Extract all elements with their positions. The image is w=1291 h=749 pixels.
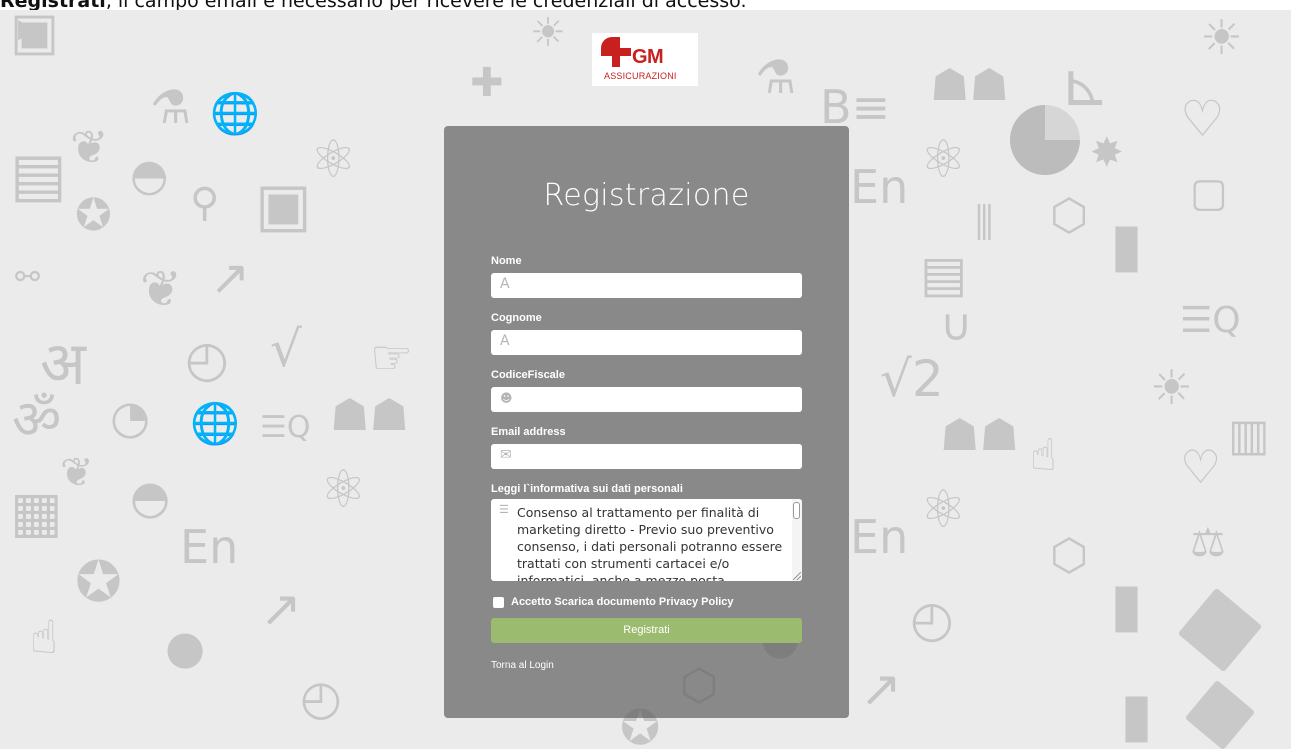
hand-pointer-icon: ☞: [370, 330, 414, 386]
user-icon: ☻: [500, 391, 513, 405]
protractor-icon: ◓: [130, 150, 169, 201]
chart-up-icon-2: ↗: [260, 580, 302, 638]
letter-a-icon: A: [500, 276, 510, 292]
codice-fiscale-label: CodiceFiscale: [491, 369, 565, 381]
envelope-icon: ✉: [500, 447, 512, 463]
codice-fiscale-input[interactable]: [519, 387, 798, 414]
doc-icon: ▤: [10, 140, 67, 210]
resize-grip-icon[interactable]: [793, 572, 801, 580]
protractor-icon-2: ◓: [130, 470, 171, 524]
accept-label[interactable]: Accetto Scarica documento Privacy Policy: [511, 596, 734, 608]
compass-icon-2: ✪: [75, 550, 122, 615]
play-book-icon: ▣: [255, 170, 312, 240]
graph-icon: ⊾: [1060, 50, 1111, 120]
abacus-icon: ▥: [1228, 410, 1270, 461]
heart-icon: ♡: [1180, 90, 1225, 148]
bulb-icon-2: ☀: [1200, 10, 1244, 66]
scrollbar-thumb[interactable]: [793, 502, 800, 519]
privacy-label: Leggi l`informativa sui dati personali: [491, 483, 683, 495]
list-icon: ☰: [499, 504, 509, 516]
plant-icon: ❦: [60, 450, 94, 496]
flask-icon-2: ⚗: [755, 50, 797, 104]
calc-block-icon: [1177, 587, 1263, 673]
globe-icon-3: ✸: [1090, 130, 1124, 176]
clock-icon-3: ◴: [910, 590, 954, 648]
molecule-icon: ⬡: [1050, 190, 1089, 241]
registration-panel: Registrazione Nome A Cognome A CodiceFis…: [444, 126, 849, 718]
atom-icon-4: ⚛: [920, 480, 967, 540]
atom-icon-3: ⚛: [920, 130, 967, 190]
email-field[interactable]: ✉: [491, 444, 802, 471]
page-title: Registrazione: [543, 178, 750, 213]
atom-icon-2: ⚛: [320, 460, 367, 520]
nome-input[interactable]: [519, 273, 798, 300]
puzzle-icon: ✚: [470, 60, 504, 106]
compass-icon: ✪: [75, 190, 112, 241]
list-q-icon-2: ☰Q: [1180, 300, 1241, 341]
logo-mark: GM: [632, 46, 664, 68]
bulb-icon-3: ☀: [1150, 360, 1194, 416]
clock-icon: ◴: [185, 330, 229, 388]
hand-icon-2: ☝: [1030, 430, 1057, 481]
magnet-icon: ∪: [940, 300, 973, 351]
nome-label: Nome: [491, 255, 522, 267]
family-icon: ☗☗: [330, 390, 409, 441]
globe-icon-2: 🌐: [190, 401, 240, 447]
book-icon-2: ▤: [920, 245, 968, 303]
pie-chart-icon: [1010, 105, 1080, 175]
globe-icon: 🌐: [210, 91, 260, 137]
back-to-login-link[interactable]: Torna al Login: [491, 660, 554, 671]
om-icon: ॐ: [12, 388, 62, 451]
bars-icon-2: ▮: [1110, 570, 1144, 640]
flask-icon: ⚗: [150, 80, 192, 134]
abc-blocks-icon: ▢: [1190, 170, 1228, 216]
apple-icon: ●: [165, 620, 206, 674]
test-tubes-icon: ⫼: [975, 200, 994, 246]
family-icon-3: ☗☗: [940, 410, 1019, 461]
clock-icon-2: ◴: [300, 670, 342, 726]
leaf-icon: ❦: [70, 120, 109, 174]
bulb-icon: ☀: [530, 10, 566, 56]
dna-icon: ⚯: [15, 260, 41, 295]
english-icon-3: En: [850, 510, 909, 564]
privacy-textarea[interactable]: ☰ Consenso al trattamento per finalità d…: [491, 499, 802, 581]
family-icon-2: ☗☗: [930, 60, 1009, 111]
privacy-text: Consenso al trattamento per finalità di …: [517, 505, 783, 581]
textarea-scrollbar[interactable]: [792, 499, 802, 581]
leaf-icon-2: ❦: [140, 260, 182, 318]
sqrt-icon-2: √2: [880, 350, 944, 408]
logo-cross-icon: [601, 37, 631, 67]
rss-icon: ◔: [110, 390, 151, 444]
letter-a-icon: A: [500, 333, 510, 349]
accept-checkbox[interactable]: [493, 597, 504, 608]
english-icon-2: En: [850, 160, 909, 214]
register-button[interactable]: Registrati: [491, 618, 802, 643]
chart-up-icon-3: ↗: [860, 660, 902, 718]
bars-icon-3: ▮: [1120, 680, 1154, 749]
email-input[interactable]: [519, 444, 798, 471]
list-q-icon: ☰Q: [260, 410, 311, 445]
atom-icon: ⚛: [310, 130, 357, 190]
cognome-label: Cognome: [491, 312, 542, 324]
email-label: Email address: [491, 426, 566, 438]
calculator-icon: ▦: [10, 480, 63, 545]
codice-fiscale-field[interactable]: ☻: [491, 387, 802, 414]
molecule-icon-2: ⬡: [1050, 530, 1089, 581]
company-logo: GM ASSICURAZIONI: [592, 33, 698, 86]
bars-icon: ▮: [1110, 210, 1144, 280]
calc-block-icon-2: [1184, 679, 1256, 749]
microscope-icon: ⚲: [190, 180, 220, 226]
chart-up-icon: ↗: [210, 250, 251, 306]
balance-icon: ⚖: [1190, 520, 1226, 566]
sqrt-icon: √: [270, 320, 302, 378]
cognome-input[interactable]: [519, 330, 798, 357]
nome-field[interactable]: A: [491, 273, 802, 300]
hand-icon: ☝: [30, 610, 59, 664]
english-icon: En: [180, 520, 239, 574]
heart-icon-2: ♡: [1180, 440, 1222, 494]
logo-subtitle: ASSICURAZIONI: [604, 71, 677, 81]
play-icon: ▶: [18, 14, 38, 44]
cognome-field[interactable]: A: [491, 330, 802, 357]
